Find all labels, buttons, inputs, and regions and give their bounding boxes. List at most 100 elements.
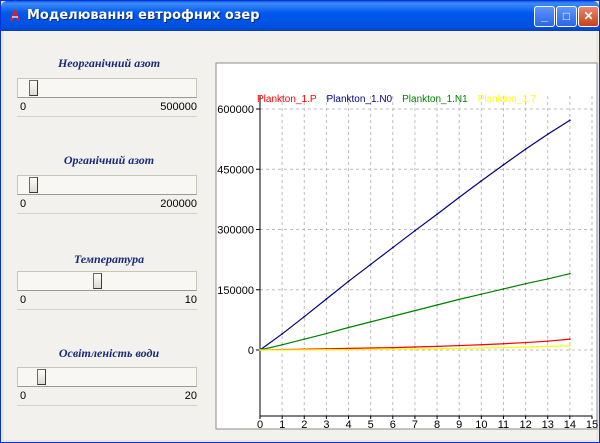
x-tick-label: 7 (412, 419, 418, 431)
series-point (502, 288, 505, 290)
legend-entry-2: Plankton_1.N1 (402, 94, 468, 105)
series-point (436, 304, 438, 306)
series-point (546, 345, 549, 348)
series-point (524, 341, 527, 344)
series-point (458, 347, 461, 350)
slider-divider (17, 116, 197, 117)
series-point (303, 338, 306, 341)
x-tick-label: 15 (586, 419, 598, 431)
series-point (480, 293, 483, 296)
x-tick-label: 4 (345, 419, 351, 431)
slider-thumb[interactable] (29, 177, 39, 193)
y-tick-label: 300000 (217, 225, 254, 237)
slider-max-label: 500000 (160, 101, 197, 113)
series-point (391, 346, 394, 349)
series-point (502, 346, 505, 349)
x-tick-label: 0 (257, 419, 263, 431)
series-point (414, 309, 416, 312)
series-point (303, 348, 306, 351)
series-point (325, 332, 328, 335)
slider-inorganic-nitrogen[interactable]: 0 500000 (17, 78, 197, 118)
slider-min-label: 0 (20, 198, 27, 210)
series-point (568, 119, 571, 122)
minimize-button[interactable]: _ (534, 6, 555, 27)
series-point (391, 246, 394, 249)
legend-entry-0: Plankton_1.P (257, 94, 317, 105)
x-tick-label: 9 (456, 419, 462, 431)
series-point (369, 263, 372, 266)
title-bar[interactable]: Моделювання евтрофних озер _ □ ✕ (1, 1, 599, 31)
slider-track[interactable] (17, 78, 197, 98)
series-point (502, 342, 505, 345)
series-point (303, 315, 306, 318)
slider-temperature[interactable]: 0 10 (17, 271, 197, 311)
series-point (502, 163, 505, 166)
slider-thumb[interactable] (37, 369, 47, 385)
series-point (568, 338, 571, 341)
slider-thumb[interactable] (29, 80, 39, 96)
slider-divider (17, 213, 197, 214)
y-tick-label: 0 (248, 345, 254, 357)
legend-entry-3: Plankton_1.7 (478, 94, 537, 105)
slider-water-illumination[interactable]: 0 20 (17, 367, 197, 407)
slider-divider (17, 405, 197, 406)
series-point (458, 298, 461, 301)
client-area: Неорганічний азот 0 500000 Органічний аз… (4, 31, 599, 440)
slider-divider (17, 309, 197, 310)
y-tick-label: 450000 (217, 164, 254, 176)
legend-entry-1: Plankton_1.N0 (327, 94, 393, 105)
slider-track[interactable] (17, 175, 197, 195)
series-point (458, 196, 461, 199)
slider-min-label: 0 (20, 390, 27, 402)
series-point (347, 280, 350, 283)
series-point (480, 343, 483, 346)
x-tick-label: 12 (519, 419, 531, 431)
series-point (391, 348, 394, 351)
series-point (480, 179, 483, 182)
series-point (546, 278, 549, 280)
series-point (546, 340, 549, 343)
series-point (281, 343, 284, 346)
app-window: Моделювання евтрофних озер _ □ ✕ Неорган… (0, 0, 600, 443)
x-tick-label: 3 (323, 419, 329, 431)
x-tick-label: 10 (475, 419, 487, 431)
slider-label-organic-nitrogen: Органічний азот (63, 153, 155, 167)
y-tick-label: 600000 (217, 104, 254, 116)
series-point (281, 349, 284, 351)
series-point (347, 348, 350, 351)
x-tick-label: 11 (498, 419, 509, 431)
close-button[interactable]: ✕ (578, 6, 599, 27)
slider-organic-nitrogen[interactable]: 0 200000 (17, 175, 197, 215)
series-point (480, 347, 483, 349)
plankton-chart: 0 1 2 3 4 5 6 7 8 9 10 11 12 13 14 15 0 150000 300000 45000… (214, 61, 599, 431)
series-point (524, 282, 527, 285)
x-tick-label: 13 (542, 419, 554, 431)
series-point (414, 348, 416, 350)
window-title: Моделювання евтрофних озер (27, 8, 260, 23)
series-point (436, 213, 438, 216)
slider-max-label: 200000 (160, 198, 197, 210)
maximize-button[interactable]: □ (556, 6, 577, 27)
series-point (436, 347, 438, 350)
x-tick-label: 5 (368, 419, 374, 431)
series-point (524, 346, 527, 348)
series-point (414, 229, 416, 232)
slider-label-temperature: Температура (73, 252, 145, 266)
series-point (369, 320, 372, 323)
series-point (568, 272, 571, 275)
series-point (325, 348, 328, 351)
slider-label-inorganic-nitrogen: Неорганічний азот (57, 56, 161, 70)
series-point (524, 148, 527, 151)
slider-track[interactable] (17, 271, 197, 291)
series-point (259, 349, 261, 351)
slider-max-label: 10 (184, 294, 197, 306)
series-point (347, 326, 350, 329)
series-point (568, 344, 571, 347)
slider-max-label: 20 (184, 390, 197, 402)
x-tick-label: 8 (434, 419, 440, 431)
slider-thumb[interactable] (93, 273, 103, 289)
plot-area (260, 96, 592, 416)
slider-min-label: 0 (20, 294, 27, 306)
x-tick-label: 1 (279, 419, 285, 431)
chart-svg: 0 1 2 3 4 5 6 7 8 9 10 11 12 13 14 15015000030000045000… (215, 62, 598, 431)
